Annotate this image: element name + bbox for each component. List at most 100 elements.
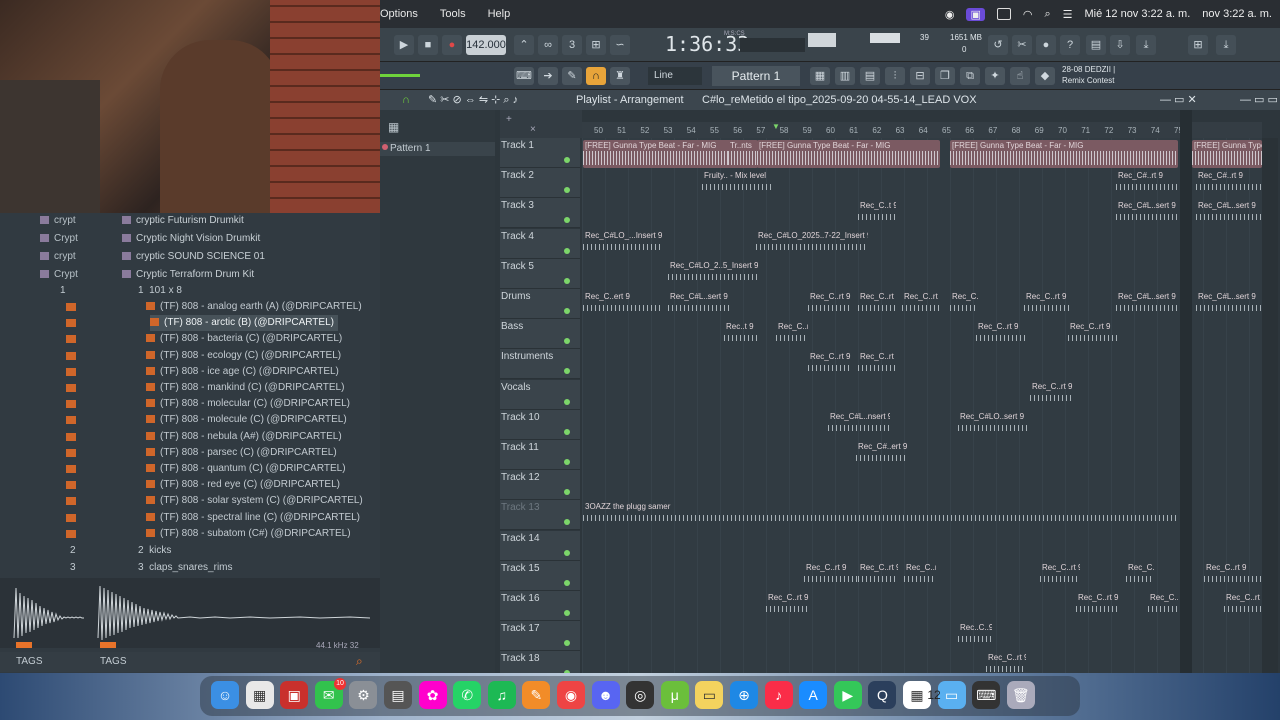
utorrent-icon[interactable]: μ [660,681,689,709]
audio-clip[interactable]: Rec_C#..ert 9 [856,441,908,469]
browser-folder[interactable]: cryptic Futurism Drumkit [122,213,244,229]
battery-icon[interactable] [996,8,1011,20]
audio-clip[interactable]: Rec_C..rt 9 [902,291,940,319]
audio-clip[interactable]: Rec_C..rt 9 [1126,562,1154,590]
browser-file[interactable]: (TF) 808 - spectral line (C) (@DRIPCARTE… [146,510,360,526]
track-enable-led[interactable] [564,338,570,345]
audio-clip[interactable]: Rec_C..rt 9 [808,351,852,379]
audio-clip[interactable]: [FREE] Gunna Type Beat - Far - MIG [757,140,940,168]
audio-clip[interactable]: Rec_C..rt 9 [976,321,1026,349]
audio-clip[interactable]: 3OAZZ the plugg samer [583,501,1178,529]
add-icon[interactable]: + [506,114,512,125]
menu-tools[interactable]: Tools [440,8,466,20]
pencil-icon[interactable]: ✎ [562,67,582,85]
track-enable-led[interactable] [564,549,570,556]
close-icon[interactable]: × [530,124,536,135]
browser-file[interactable]: (TF) 808 - mankind (C) (@DRIPCARTEL) [146,380,344,396]
track-header[interactable]: Track 17 [500,621,580,652]
track-header[interactable]: Vocals [500,379,580,410]
audio-clip[interactable]: Rec_C#LO_...Insert 9 [583,230,663,258]
track-enable-led[interactable] [564,277,570,284]
audio-clip[interactable]: [FREE] Gunna Type Beat - Far - MIG [950,140,1178,168]
trash-icon[interactable]: 🗑 [1006,681,1035,709]
track-header[interactable]: Drums [500,289,580,319]
audio-clip[interactable]: Rec_C..t 9 [858,200,896,228]
pattern-list-icon[interactable]: ▦ [388,120,399,134]
quicktime-icon[interactable]: Q [868,681,897,709]
toolbar-icons[interactable]: ✎ ✂ ⊘ ⇔ ⇋ ⊹ ⌕ ♪ [428,90,518,110]
browser-file[interactable]: (TF) 808 - molecular (C) (@DRIPCARTEL) [146,396,350,412]
audio-clip[interactable]: Rec..C..9 [958,622,992,650]
obs-icon[interactable]: ◎ [626,681,655,709]
audio-clip[interactable]: Rec_C..rt 9 [950,291,978,319]
headphone-icon[interactable]: ∩ [402,90,410,110]
blend-icon[interactable]: ⊞ [586,35,606,55]
wifi-icon[interactable]: ◠ [1023,8,1033,21]
left-num[interactable]: 2 [70,543,76,559]
audio-clip[interactable]: Rec_C..rt 9 [808,291,852,319]
track-enable-led[interactable] [564,247,570,254]
launchpad-icon[interactable]: ▦ [245,681,274,709]
audio-clip[interactable]: Rec_C..rt 9 [1068,321,1118,349]
piano-roll-icon[interactable]: ▥ [835,67,855,85]
audio-clip[interactable]: Rec_C#L..sert 9 [1116,200,1178,228]
whatsapp-icon[interactable]: ✆ [453,681,482,709]
audio-clip[interactable]: Rec_C..rt 9 [1024,291,1072,319]
browser-file[interactable]: (TF) 808 - nebula (A#) (@DRIPCARTEL) [146,429,342,445]
finder-icon[interactable]: ☺ [211,681,239,709]
track-header[interactable]: Track 13 [500,500,580,531]
track-enable-led[interactable] [564,308,570,314]
play-icon[interactable]: ▶ [394,35,414,55]
browser-icon[interactable]: ⊟ [910,67,930,85]
audio-clip[interactable]: Rec_C#L..sert 9 [1196,200,1262,228]
pattern-item[interactable]: Pattern 1 [380,142,495,156]
mic-icon[interactable]: ● [1036,35,1056,55]
audio-clip[interactable]: Rec..t 9 [724,321,758,349]
undo-icon[interactable]: ↺ [988,35,1008,55]
browser-folder-left[interactable]: Crypt [40,231,78,247]
metronome-icon[interactable]: ⌃ [514,35,534,55]
audio-clip[interactable]: Fruity.. - Mix level [702,170,774,198]
track-enable-led[interactable] [564,398,570,405]
menu-help[interactable]: Help [488,8,511,20]
splitter[interactable] [1180,110,1192,673]
audio-clip[interactable]: Rec_C#L..sert 9 [668,291,730,319]
window-controls-2[interactable]: — ▭ ▭ [1240,90,1278,110]
audio-clip[interactable]: Rec_C..rt 9 [776,321,808,349]
menu-options[interactable]: Options [380,8,418,20]
track-enable-led[interactable] [564,519,570,526]
browser-file[interactable]: (TF) 808 - analog earth (A) (@DRIPCARTEL… [146,299,362,315]
track-enable-led[interactable] [564,187,570,194]
browser-file[interactable]: (TF) 808 - ice age (C) (@DRIPCARTEL) [146,364,339,380]
wait-icon[interactable]: ∞ [538,35,558,55]
audio-clip[interactable]: Rec_C..rt 9 [766,592,810,620]
playhead-marker[interactable]: ▼ [772,122,780,131]
discord-icon[interactable]: ☻ [591,681,620,709]
audio-clip[interactable]: Rec_C#L..nsert 9 [828,411,890,439]
tempo-display[interactable]: 142.000 [466,35,506,55]
news-headline[interactable]: DEDZII | [1085,65,1116,74]
audio-clip[interactable]: Rec_C..rt 9 [1076,592,1120,620]
track-enable-led[interactable] [564,610,570,616]
tags-label-2[interactable]: TAGS [100,656,126,667]
fl-studio-icon[interactable]: ✎ [522,681,551,709]
audio-clip[interactable]: Rec_C..rt 9 [804,562,860,590]
track-header[interactable]: Track 2 [500,168,580,199]
browser-folder-left[interactable]: Crypt [40,267,78,283]
search-icon[interactable]: ⌕ [1044,8,1050,21]
audio-clip[interactable]: Rec_C#..rt 9 [1196,170,1262,198]
stamp-icon[interactable]: ♜ [610,67,630,85]
appstore-icon[interactable]: A [799,681,828,709]
track-header[interactable]: Track 11 [500,440,580,470]
track-header[interactable]: Track 3 [500,198,580,229]
audio-clip[interactable]: Rec_C..rt 9 [1148,592,1178,620]
audio-clip[interactable]: Rec_C#LO_2..5_Insert 9 [668,260,758,288]
window-controls[interactable]: — ▭ ✕ [1160,90,1197,110]
audio-clip[interactable]: Rec_C#..rt 9 [1116,170,1178,198]
stop-icon[interactable]: ■ [418,35,438,55]
arrow-icon[interactable]: ➔ [538,67,558,85]
settings-icon[interactable]: ⚙ [349,681,378,709]
export-icon[interactable]: ⇩ [1110,35,1130,55]
timeline-ruler[interactable]: 50 51 52 53 54 55 56 57 58 59 60 61 62 63 64 65 66 67 68 69… [582,122,1262,138]
browser-folder-claps[interactable]: 3 claps_snares_rims [138,560,233,576]
